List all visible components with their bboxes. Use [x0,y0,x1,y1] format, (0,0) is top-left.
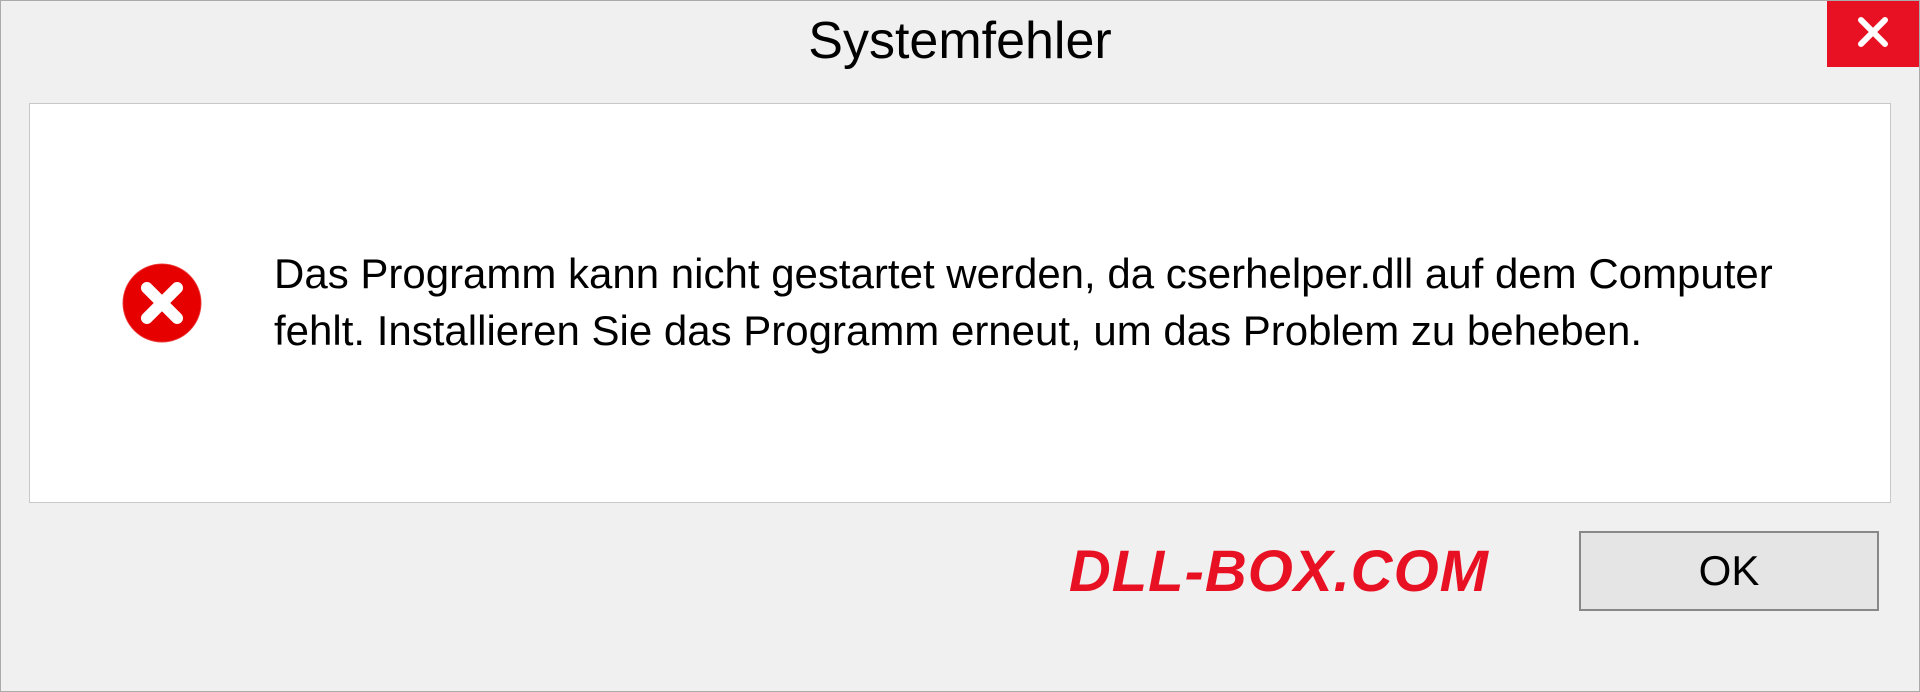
close-button[interactable] [1827,1,1919,67]
error-icon [120,261,204,345]
titlebar: Systemfehler [1,1,1919,81]
content-panel: Das Programm kann nicht gestartet werden… [29,103,1891,503]
error-message: Das Programm kann nicht gestartet werden… [274,246,1820,359]
close-icon [1855,14,1891,55]
error-dialog: Systemfehler Das Programm kann nicht ges… [0,0,1920,692]
watermark-text: DLL-BOX.COM [1069,538,1489,605]
ok-button-label: OK [1699,547,1760,595]
dialog-title: Systemfehler [808,11,1111,71]
dialog-footer: DLL-BOX.COM OK [1,503,1919,639]
ok-button[interactable]: OK [1579,531,1879,611]
